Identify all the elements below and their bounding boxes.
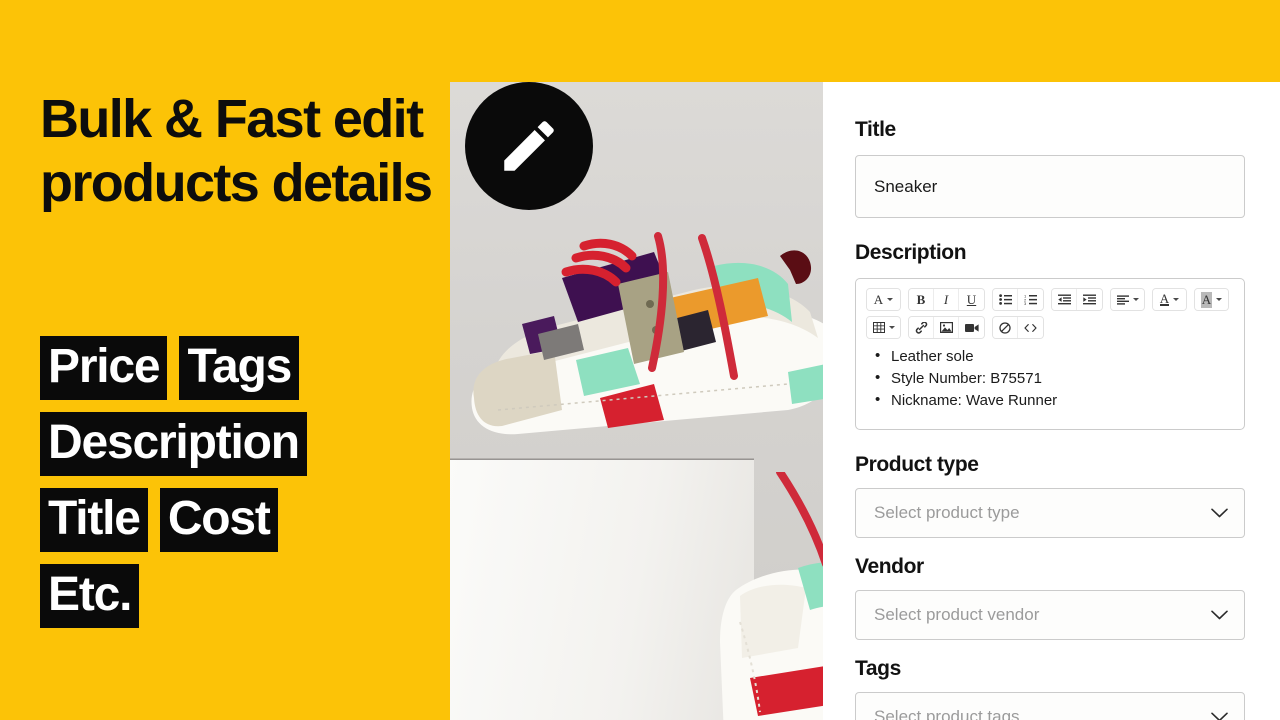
vendor-placeholder: Select product vendor: [874, 605, 1040, 624]
table-icon[interactable]: [867, 317, 900, 338]
clear-formatting-glyph: [999, 321, 1011, 334]
promo-panel: Bulk & Fast edit products details Price …: [0, 0, 450, 720]
chevron-down-icon: [887, 298, 894, 301]
vendor-field-label: Vendor: [855, 555, 924, 578]
product-type-select[interactable]: Select product type: [855, 488, 1245, 538]
bold-glyph: B: [916, 291, 926, 307]
product-edit-form: Title Sneaker Description A B I U 1 2 3 …: [823, 82, 1280, 720]
keyword-chip-title: Title: [40, 488, 148, 552]
video-icon[interactable]: [959, 317, 984, 338]
indent-icon[interactable]: [1077, 289, 1102, 310]
chevron-down-icon: [1173, 298, 1180, 301]
chevron-down-icon: [888, 326, 895, 329]
product-photo: [450, 82, 823, 720]
sneaker-illustration-secondary: [720, 472, 823, 720]
image-glyph: [939, 322, 953, 333]
code-view-icon[interactable]: [1018, 317, 1043, 338]
link-glyph: [915, 321, 927, 334]
toolbar-group-align: [1110, 288, 1145, 311]
chevron-down-icon: [1211, 610, 1228, 620]
svg-text:3: 3: [1024, 301, 1027, 305]
highlight-color-icon[interactable]: A: [1195, 289, 1228, 310]
editor-toolbar-row-2: [866, 316, 1234, 339]
numbered-list-icon[interactable]: 1 2 3: [1018, 289, 1043, 310]
list-item: Nickname: Wave Runner: [870, 389, 1234, 412]
font-style-glyph: A: [873, 291, 884, 307]
bulleted-list-glyph: [998, 294, 1012, 305]
tags-field-label: Tags: [855, 657, 901, 680]
bold-icon[interactable]: B: [909, 289, 934, 310]
title-input-value: Sneaker: [874, 176, 938, 196]
app-root: Bulk & Fast edit products details Price …: [0, 0, 1280, 720]
toolbar-group-misc: [992, 316, 1044, 339]
description-rich-text-editor[interactable]: A B I U 1 2 3 A A • Leather sole • Style…: [855, 278, 1245, 430]
font-style-icon[interactable]: A: [867, 289, 900, 310]
sneaker-illustration: [471, 232, 823, 435]
keyword-chip-cost: Cost: [159, 488, 278, 552]
list-item: Style Number: B75571: [870, 367, 1234, 390]
keyword-chip-description: Description: [40, 412, 307, 476]
chevron-down-icon: [1211, 508, 1228, 518]
keyword-chip-tags: Tags: [179, 336, 300, 400]
align-glyph: [1116, 294, 1129, 305]
toolbar-group-insert: [908, 316, 985, 339]
keyword-chip-price: Price: [40, 336, 168, 400]
code-view-glyph: [1024, 323, 1037, 332]
edit-badge[interactable]: [465, 82, 593, 210]
promo-keyword-list: Price Tags Description Title Cost Etc.: [40, 336, 440, 628]
vendor-select[interactable]: Select product vendor: [855, 590, 1245, 640]
product-type-field-label: Product type: [855, 453, 979, 476]
toolbar-group-table: [866, 316, 901, 339]
tags-select[interactable]: Select product tags: [855, 692, 1245, 720]
text-color-icon[interactable]: A: [1153, 289, 1186, 310]
description-content[interactable]: Leather sole Style Number: B75571 Nickna…: [866, 345, 1234, 412]
description-field-label: Description: [855, 241, 967, 264]
keyword-chip-etc: Etc.: [40, 564, 140, 628]
text-color-glyph: A: [1159, 291, 1170, 306]
toolbar-group-lists: 1 2 3: [992, 288, 1044, 311]
italic-icon[interactable]: I: [934, 289, 959, 310]
table-glyph: [872, 322, 885, 333]
align-icon[interactable]: [1111, 289, 1144, 310]
toolbar-group-indent: [1051, 288, 1103, 311]
outdent-glyph: [1057, 294, 1071, 305]
chevron-down-icon: [1132, 298, 1139, 301]
clear-formatting-icon[interactable]: [993, 317, 1018, 338]
outdent-icon[interactable]: [1052, 289, 1077, 310]
chevron-down-icon: [1211, 712, 1228, 720]
underline-icon[interactable]: U: [959, 289, 984, 310]
pencil-icon: [504, 121, 554, 171]
tags-placeholder: Select product tags: [874, 707, 1020, 720]
description-bullet-list: Leather sole Style Number: B75571 Nickna…: [870, 345, 1234, 412]
title-input[interactable]: Sneaker: [855, 155, 1245, 218]
toolbar-group-font: A: [866, 288, 901, 311]
product-type-placeholder: Select product type: [874, 503, 1020, 522]
numbered-list-glyph: 1 2 3: [1024, 294, 1037, 305]
highlight-color-glyph: A: [1200, 291, 1213, 308]
video-glyph: [964, 323, 979, 332]
toolbar-group-text-style: B I U: [908, 288, 985, 311]
chevron-down-icon: [1216, 298, 1223, 301]
bulleted-list-icon[interactable]: [993, 289, 1018, 310]
editor-toolbar-row-1: A B I U 1 2 3 A A: [866, 288, 1234, 311]
toolbar-group-highlight-color: A: [1194, 288, 1229, 311]
indent-glyph: [1083, 294, 1096, 305]
toolbar-group-text-color: A: [1152, 288, 1187, 311]
italic-glyph: I: [943, 291, 949, 307]
image-icon[interactable]: [934, 317, 959, 338]
underline-glyph: U: [966, 291, 977, 307]
list-item: Leather sole: [870, 345, 1234, 368]
link-icon[interactable]: [909, 317, 934, 338]
title-field-label: Title: [855, 118, 896, 141]
promo-headline: Bulk & Fast edit products details: [40, 89, 433, 213]
